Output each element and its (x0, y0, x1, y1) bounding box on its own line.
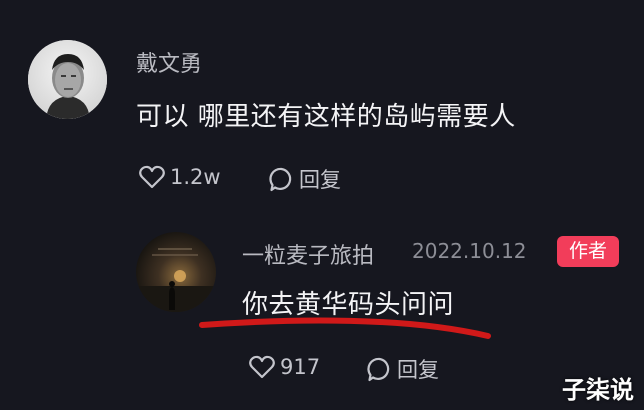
watermark: 子柒说 (562, 376, 634, 404)
red-annotation-underline (199, 317, 491, 339)
reply-like-button[interactable]: 917 (248, 354, 320, 380)
heart-icon (249, 355, 275, 379)
comment-bubble-icon (367, 357, 390, 381)
reply-like-count: 917 (280, 355, 321, 379)
reply-reply-button[interactable]: 回复 (366, 354, 439, 384)
reply-reply-label: 回复 (397, 358, 439, 382)
